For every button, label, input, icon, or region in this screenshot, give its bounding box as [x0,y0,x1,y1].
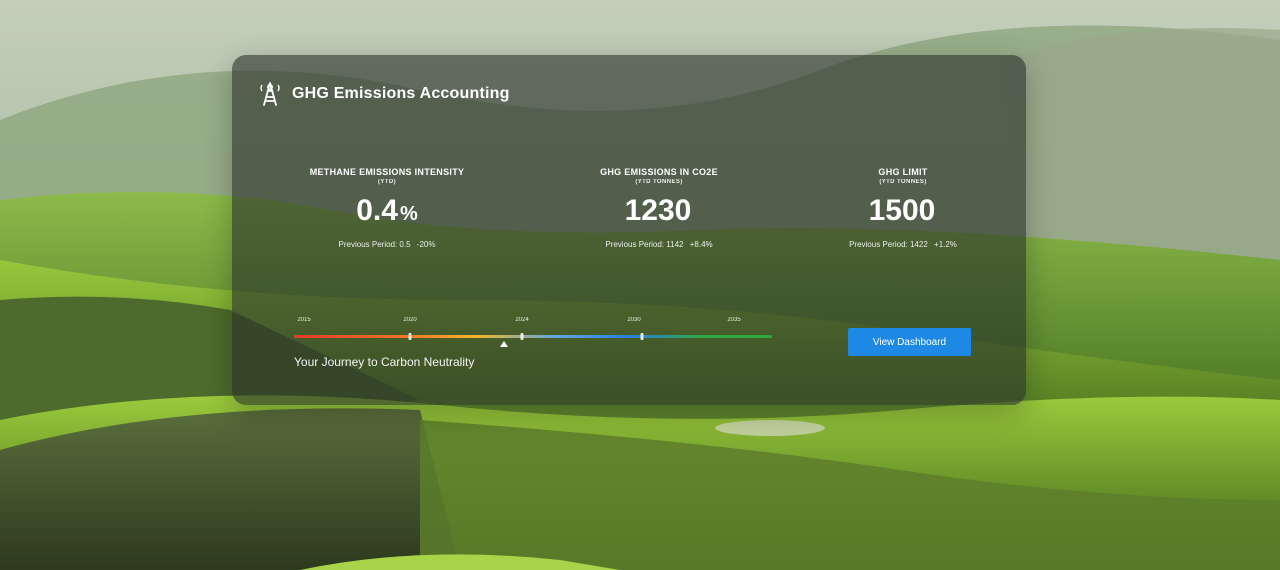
metric-number: 1500 [868,194,936,227]
timeline-year: 2030 [627,317,641,323]
timeline-year: 2015 [297,317,311,323]
metric-value: 0.4% [272,193,502,232]
metric-label: METHANE EMISSIONS INTENSITY [309,167,465,177]
metric-unit: % [399,203,418,225]
metric-previous-period: Previous Period: 1422 +1.2% [788,240,1018,249]
timeline-label: Your Journey to Carbon Neutrality [294,355,475,369]
card-header: GHG Emissions Accounting [258,81,510,107]
metric-value: 1230 [544,193,774,232]
timeline-year: 2035 [727,317,741,323]
background-landscape: GHG Emissions Accounting METHANE EMISSIO… [0,0,1280,570]
metric-previous-period: Previous Period: 0.5 -20% [272,240,502,249]
metric-label: GHG EMISSIONS IN CO2e [600,167,718,177]
ghg-summary-card: GHG Emissions Accounting METHANE EMISSIO… [232,55,1026,405]
tower-icon [260,82,280,106]
previous-period-label: Previous Period: 1422 [849,240,928,249]
timeline-tick [640,333,644,340]
metric-sublabel: (YTD TONNES) [635,179,683,185]
metric-label: GHG LIMIT [878,167,928,177]
timeline-year: 2020 [403,317,417,323]
previous-period-change: +8.4% [689,240,713,249]
metric-number: 0.4 [356,194,398,227]
current-year-marker-icon [500,341,509,347]
timeline-track [294,335,772,338]
timeline-tick [408,333,412,340]
previous-period-label: Previous Period: 1142 [605,240,684,249]
metric-ghg-limit: GHG LIMIT (YTD TONNES) 1500 Previous Per… [788,167,1018,249]
metric-sublabel: (YTD TONNES) [879,179,927,185]
metric-number: 1230 [624,194,692,227]
metric-ghg-emissions: GHG EMISSIONS IN CO2e (YTD TONNES) 1230 … [544,167,774,249]
metric-methane-intensity: METHANE EMISSIONS INTENSITY (YTD) 0.4% P… [272,167,502,249]
metric-previous-period: Previous Period: 1142 +8.4% [544,240,774,249]
previous-period-label: Previous Period: 0.5 [338,240,411,249]
page-title: GHG Emissions Accounting [292,85,510,102]
carbon-neutrality-timeline: 2015 2020 2024 2030 2035 [294,317,772,357]
previous-period-change: -20% [416,240,436,249]
previous-period-change: +1.2% [934,240,957,249]
metric-value: 1500 [788,193,1018,232]
metric-sublabel: (YTD) [378,179,396,185]
view-dashboard-button[interactable]: View Dashboard [848,328,971,356]
timeline-years: 2015 2020 2024 2030 2035 [294,317,772,329]
timeline-tick [520,333,524,340]
timeline-year: 2024 [515,317,529,323]
